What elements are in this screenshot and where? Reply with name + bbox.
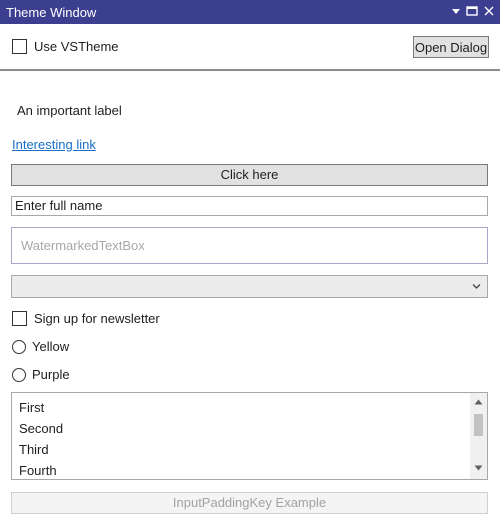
title-bar: Theme Window [0,0,500,24]
scroll-down-icon[interactable] [474,465,483,471]
full-name-input[interactable]: Enter full name [11,196,488,216]
newsletter-label: Sign up for newsletter [34,311,160,326]
scroll-thumb[interactable] [474,414,483,436]
list-item[interactable]: Third [19,442,49,457]
important-label: An important label [17,103,122,118]
maximize-icon[interactable] [465,4,479,18]
window-title: Theme Window [6,5,97,20]
list-item[interactable]: Fourth [19,463,57,478]
radio-yellow-label: Yellow [32,339,70,354]
use-vstheme-label: Use VSTheme [34,39,119,54]
chevron-down-icon [472,284,481,289]
window-menu-icon[interactable] [449,4,463,18]
list-scrollbar[interactable] [470,393,487,479]
scroll-up-icon[interactable] [474,399,483,405]
list-box[interactable]: First Second Third Fourth [11,392,488,480]
combo-box[interactable] [11,275,488,298]
radio-purple-label: Purple [32,367,70,382]
watermarked-textbox[interactable]: WatermarkedTextBox [11,227,488,264]
click-here-button[interactable]: Click here [11,164,488,186]
input-padding-key-button[interactable]: InputPaddingKey Example [11,492,488,514]
divider [0,69,500,71]
list-item[interactable]: Second [19,421,63,436]
newsletter-checkbox[interactable] [12,311,27,326]
close-icon[interactable] [482,4,496,18]
open-dialog-button[interactable]: Open Dialog [413,36,489,58]
radio-yellow[interactable] [12,340,26,354]
radio-purple[interactable] [12,368,26,382]
use-vstheme-checkbox[interactable] [12,39,27,54]
list-item[interactable]: First [19,400,44,415]
interesting-link[interactable]: Interesting link [12,137,96,152]
